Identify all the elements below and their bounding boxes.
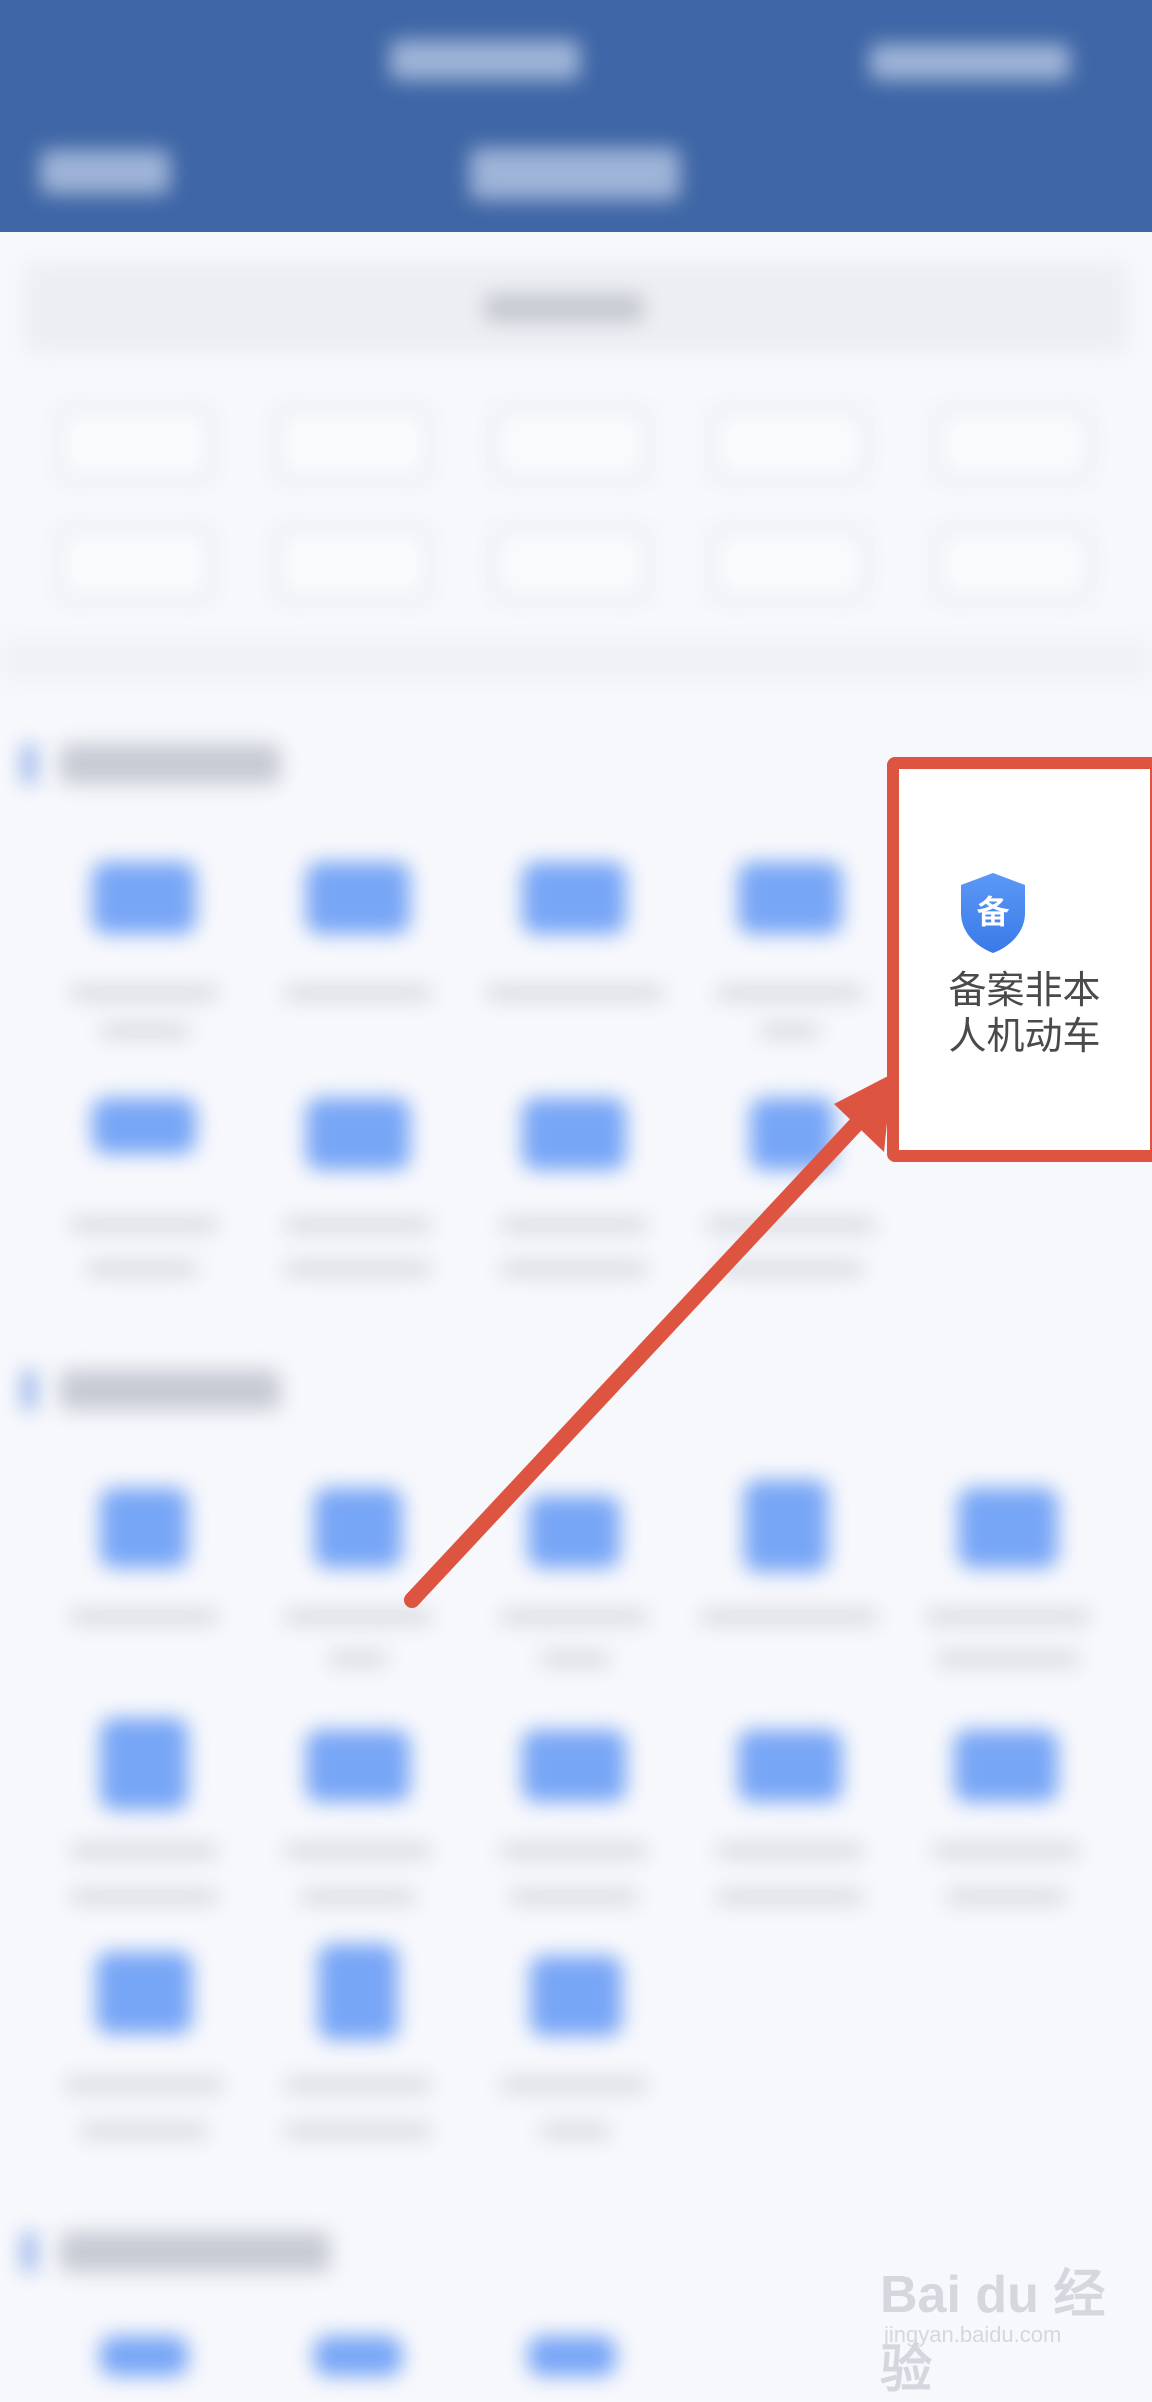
blurred-service-label [540, 2124, 610, 2138]
blurred-service-icon[interactable] [522, 1730, 626, 1802]
baidu-jingyan-watermark: Bai du 经验 jingyan.baidu.com [880, 2252, 1140, 2399]
blurred-service-label [70, 1890, 218, 1904]
blurred-service-label [300, 1890, 416, 1904]
blurred-service-label [486, 986, 664, 1000]
blurred-service-label [64, 2078, 224, 2092]
blurred-section-title [60, 1370, 280, 1410]
blurred-service-icon[interactable] [306, 1730, 410, 1802]
blurred-service-icon[interactable] [314, 1488, 402, 1568]
blurred-service-label [510, 1890, 638, 1904]
blurred-tag[interactable] [494, 408, 648, 480]
blurred-service-icon[interactable] [100, 1718, 188, 1810]
service-item-label: 备案非本 人机动车 [899, 967, 1150, 1059]
blurred-service-icon[interactable] [744, 1480, 828, 1572]
blurred-search-bar[interactable] [24, 262, 1128, 354]
blurred-service-label [70, 1218, 218, 1232]
blurred-section-title [60, 2232, 330, 2272]
service-item-label-line1: 备案非本 [948, 968, 1101, 1012]
blurred-tag[interactable] [712, 528, 866, 600]
blurred-service-label [706, 1218, 876, 1232]
blurred-service-icon[interactable] [750, 1098, 834, 1170]
blurred-service-icon[interactable] [92, 862, 196, 934]
blurred-service-label [284, 1262, 432, 1276]
blurred-tag[interactable] [276, 528, 430, 600]
blurred-status-right [870, 44, 1070, 80]
blurred-page-title [470, 148, 680, 200]
blurred-service-label [284, 986, 432, 1000]
blurred-service-icon[interactable] [92, 1098, 196, 1154]
blurred-service-label [328, 1652, 388, 1666]
blurred-service-label [500, 2078, 648, 2092]
arrow-head [834, 1074, 892, 1152]
blurred-tag[interactable] [58, 528, 212, 600]
blurred-service-label [926, 1610, 1090, 1624]
blurred-service-label [100, 1024, 190, 1038]
blurred-service-label [716, 1844, 864, 1858]
blurred-tag[interactable] [712, 408, 866, 480]
blurred-service-icon[interactable] [96, 1952, 192, 2034]
blurred-service-icon[interactable] [306, 862, 410, 934]
blurred-back-button[interactable] [40, 150, 170, 194]
blurred-service-icon[interactable] [958, 1488, 1058, 1568]
blurred-service-label [500, 1262, 648, 1276]
blurred-service-icon[interactable] [522, 1098, 626, 1170]
blurred-service-label [70, 1610, 218, 1624]
section-divider [0, 640, 1152, 680]
blurred-service-label [540, 1652, 610, 1666]
blurred-service-label [500, 1610, 648, 1624]
blurred-service-label [284, 1218, 432, 1232]
blurred-service-icon[interactable] [306, 1098, 410, 1170]
blurred-service-icon[interactable] [954, 1730, 1058, 1802]
blurred-service-label [700, 1610, 878, 1624]
service-item-label-line2: 人机动车 [948, 1014, 1101, 1058]
blurred-service-icon[interactable] [738, 1730, 842, 1802]
blurred-service-icon[interactable] [522, 862, 626, 934]
blurred-service-label [284, 1610, 432, 1624]
blurred-service-label [86, 1262, 198, 1276]
blurred-service-icon[interactable] [314, 2336, 402, 2376]
blurred-service-label [80, 2124, 208, 2138]
blurred-service-label [936, 1652, 1080, 1666]
blurred-service-icon[interactable] [100, 2336, 188, 2376]
blurred-service-label [760, 1024, 820, 1038]
blurred-service-label [284, 2124, 432, 2138]
blurred-tag[interactable] [276, 408, 430, 480]
shield-glyph: 备 [977, 893, 1010, 931]
section-marker [24, 2232, 34, 2272]
blurred-tag[interactable] [494, 528, 648, 600]
app-header [0, 0, 1152, 232]
blurred-tag[interactable] [936, 408, 1090, 480]
blurred-service-icon[interactable] [528, 1496, 620, 1568]
blurred-status-text [390, 40, 580, 80]
blurred-service-label [716, 1890, 864, 1904]
blurred-service-icon[interactable] [100, 1488, 188, 1568]
blurred-tag[interactable] [936, 528, 1090, 600]
blurred-service-label [716, 986, 864, 1000]
blurred-service-label [946, 1890, 1066, 1904]
blurred-section-title [60, 744, 280, 784]
section-marker [24, 1370, 34, 1410]
blurred-service-icon[interactable] [318, 1944, 398, 2040]
blurred-service-label [70, 1844, 218, 1858]
watermark-site: jingyan.baidu.com [884, 2322, 1062, 2347]
blurred-tag[interactable] [58, 408, 212, 480]
section-marker [24, 744, 34, 784]
blurred-service-icon[interactable] [528, 2336, 616, 2376]
blurred-service-label [932, 1844, 1080, 1858]
blurred-service-label [70, 986, 218, 1000]
blurred-service-label [284, 2078, 432, 2092]
blurred-search-placeholder [484, 294, 644, 322]
blurred-service-icon[interactable] [530, 1956, 622, 2036]
blurred-service-icon[interactable] [738, 862, 842, 934]
shield-icon: 备 [961, 873, 1025, 953]
blurred-service-label [716, 1262, 864, 1276]
highlighted-service-frame: 备 备案非本 人机动车 [887, 757, 1152, 1162]
blurred-service-label [284, 1844, 432, 1858]
blurred-service-label [500, 1844, 648, 1858]
blurred-service-label [500, 1218, 648, 1232]
